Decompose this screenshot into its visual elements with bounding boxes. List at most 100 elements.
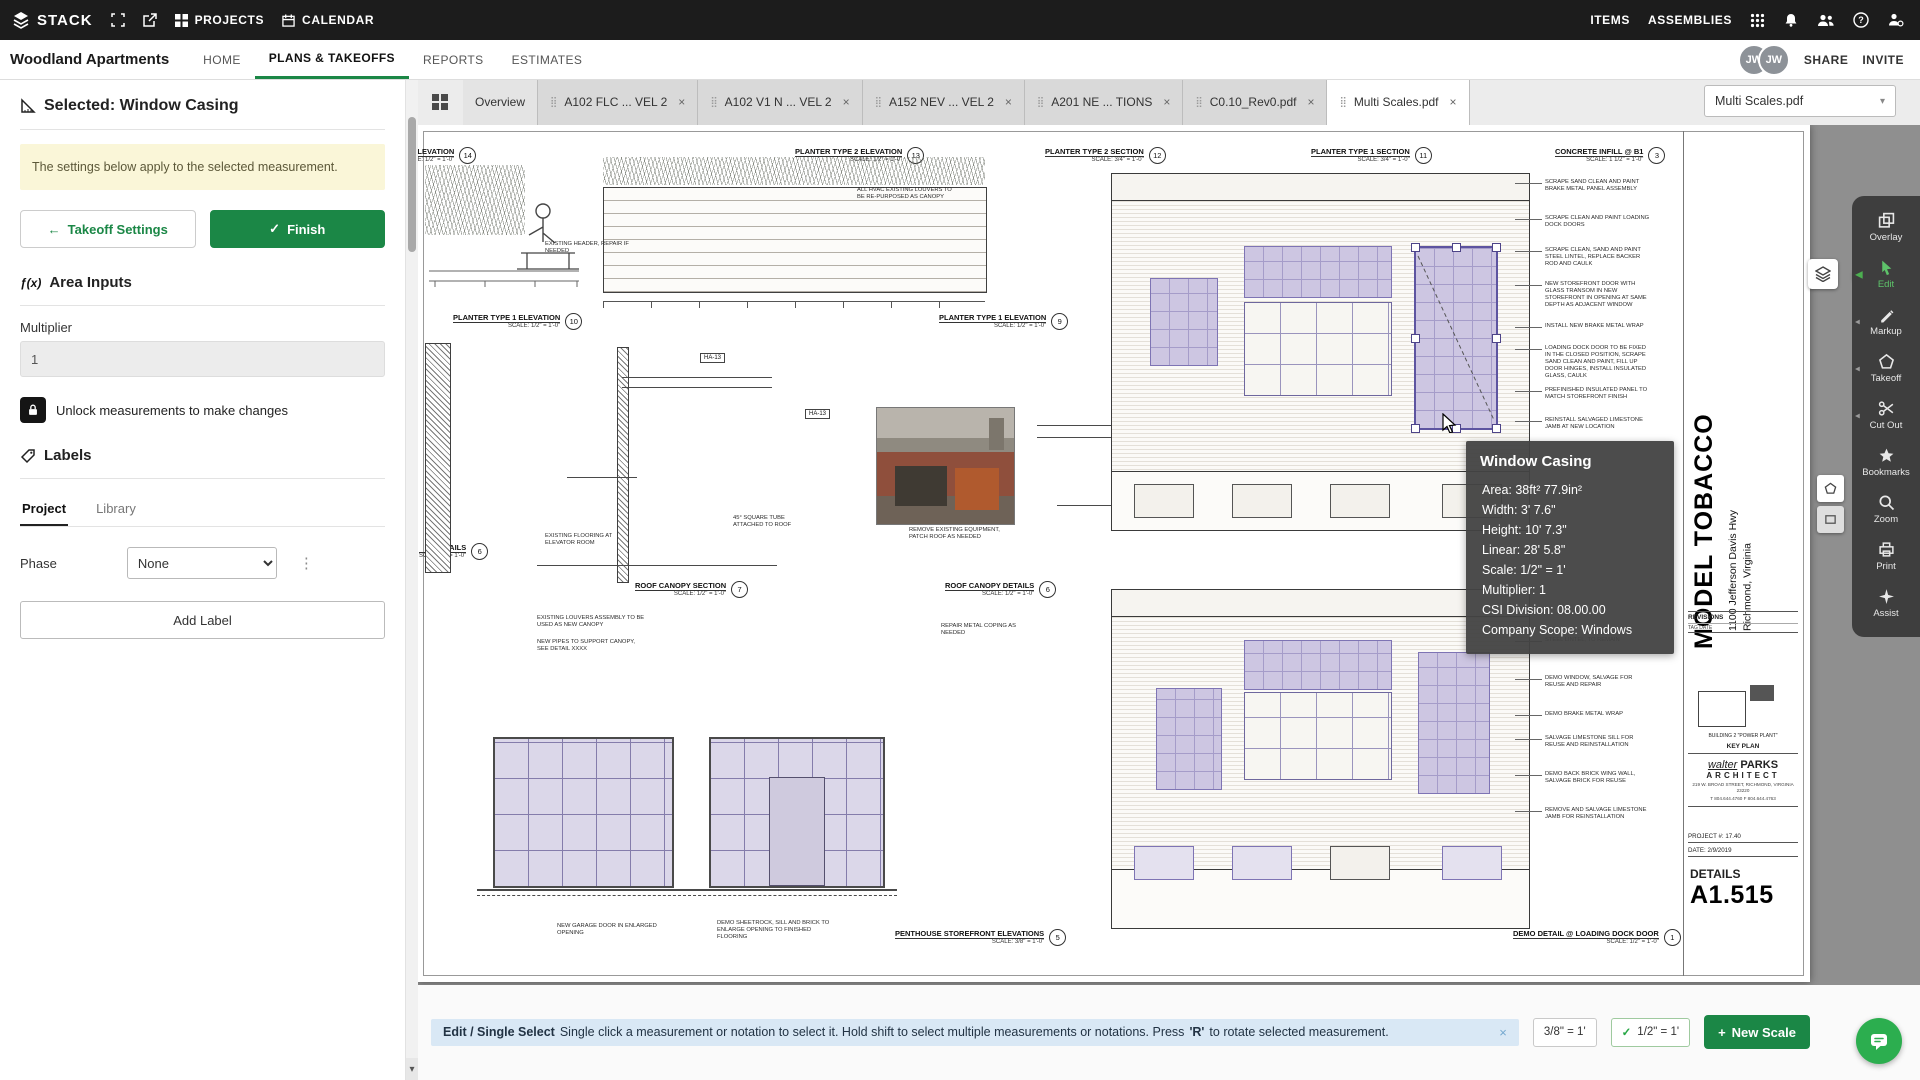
drag-handle-icon[interactable]: ⣿ [710,97,717,108]
snap-rect-button[interactable] [1817,506,1844,533]
avatar[interactable]: JW [1758,44,1790,76]
tab-overview[interactable]: Overview [463,79,538,125]
small-window[interactable] [1442,846,1502,880]
tab-document[interactable]: ⣿ A201 NE ... TIONS × [1025,79,1184,125]
drawing-note: NEW GARAGE DOOR IN ENLARGED OPENING [557,923,657,937]
apps-grid-icon[interactable] [1750,13,1765,28]
add-label-button[interactable]: Add Label [20,601,385,639]
tool-print[interactable]: Print [1852,533,1920,580]
snap-shape-button[interactable] [1817,475,1844,502]
tab-document-active[interactable]: ⣿ Multi Scales.pdf × [1327,79,1469,125]
selection-handle[interactable] [1411,334,1420,343]
nav-assemblies[interactable]: ASSEMBLIES [1648,13,1732,27]
kebab-menu-icon[interactable]: ⋮ [299,554,314,572]
finish-button[interactable]: ✓ Finish [210,210,386,248]
storefront-measurement[interactable] [709,737,885,888]
tab-estimates[interactable]: ESTIMATES [498,40,597,79]
drag-handle-icon[interactable]: ⣿ [875,97,882,108]
plan-canvas[interactable]: PLANTER TYPE 2 ELEVATIONSCALE: 1/2" = 1'… [417,125,1920,985]
pages-grid-button[interactable] [417,79,463,125]
drawing-note: ALL HVAC EXISTING LOUVERS TO BE RE-PURPO… [857,187,957,201]
tab-document[interactable]: ⣿ C0.10_Rev0.pdf × [1183,79,1327,125]
small-window[interactable] [1134,846,1194,880]
drag-handle-icon[interactable]: ⣿ [550,97,557,108]
close-tab-icon[interactable]: × [678,95,685,109]
drawing-annotation: NEW STOREFRONT DOOR WITH GLASS TRANSOM I… [1545,281,1651,309]
stack-logo[interactable]: STACK [12,11,93,29]
small-window[interactable] [1232,484,1292,518]
takeoff-settings-button[interactable]: ← Takeoff Settings [20,210,196,248]
tab-document[interactable]: ⣿ A102 FLC ... VEL 2 × [538,79,698,125]
tool-bookmarks[interactable]: Bookmarks [1852,439,1920,486]
dismiss-hint-icon[interactable]: × [1499,1025,1507,1040]
small-window[interactable] [1134,484,1194,518]
window-measurement[interactable] [1150,278,1218,366]
close-tab-icon[interactable]: × [1307,95,1314,109]
tool-zoom[interactable]: Zoom [1852,486,1920,533]
tool-overlay[interactable]: Overlay [1852,204,1920,251]
storefront-grid[interactable] [1244,302,1392,396]
tool-assist[interactable]: Assist [1852,580,1920,627]
scroll-down-arrow[interactable]: ▾ [406,1058,418,1080]
close-tab-icon[interactable]: × [1450,95,1457,109]
fullscreen-icon[interactable] [111,13,125,27]
drawing-note: EXISTING HEADER, REPAIR IF NEEDED [545,241,635,255]
layers-button[interactable] [1808,259,1838,289]
selection-handle[interactable] [1452,243,1461,252]
open-external-icon[interactable] [143,13,157,27]
close-tab-icon[interactable]: × [1005,95,1012,109]
scrollbar-thumb[interactable] [408,117,416,252]
tool-cut-out[interactable]: ◂ Cut Out [1852,392,1920,439]
storefront-grid[interactable] [1244,692,1392,780]
drag-handle-icon[interactable]: ⣿ [1195,97,1202,108]
storefront-measurement[interactable] [493,737,674,888]
tab-document[interactable]: ⣿ A102 V1 N ... VEL 2 × [698,79,862,125]
small-window[interactable] [1330,846,1390,880]
tab-reports[interactable]: REPORTS [409,40,498,79]
selection-handle[interactable] [1411,243,1420,252]
tool-markup[interactable]: ◂ Markup [1852,298,1920,345]
help-icon[interactable]: ? [1853,12,1869,28]
document-selector[interactable]: Multi Scales.pdf ▾ [1704,85,1896,117]
close-tab-icon[interactable]: × [843,95,850,109]
drag-handle-icon[interactable]: ⣿ [1339,97,1346,108]
active-scale-chip[interactable]: ✓ 1/2" = 1' [1611,1018,1690,1047]
account-settings-icon[interactable] [1887,12,1904,28]
support-chat-button[interactable] [1856,1018,1902,1064]
sheet-number: A1.515 [1690,881,1774,910]
selection-handle[interactable] [1492,334,1501,343]
tab-document[interactable]: ⣿ A152 NEV ... VEL 2 × [863,79,1025,125]
tab-home[interactable]: HOME [189,40,255,79]
transom-measurement[interactable] [1244,246,1392,298]
invite-button[interactable]: INVITE [1862,53,1904,67]
window-measurement[interactable] [1418,652,1490,794]
tab-plans-takeoffs[interactable]: PLANS & TAKEOFFS [255,40,409,79]
share-button[interactable]: SHARE [1804,53,1849,67]
nav-projects[interactable]: PROJECTS [175,13,264,27]
selection-handle[interactable] [1411,424,1420,433]
transom-measurement[interactable] [1244,640,1392,690]
multiplier-input[interactable] [20,341,385,377]
tab-project-labels[interactable]: Project [20,495,68,526]
notifications-bell-icon[interactable] [1783,12,1799,28]
unlock-row[interactable]: Unlock measurements to make changes [20,397,385,423]
selected-window-casing[interactable] [1414,246,1498,430]
nav-calendar[interactable]: CALENDAR [282,13,374,27]
scale-chip[interactable]: 3/8" = 1' [1533,1018,1597,1047]
unlock-text: Unlock measurements to make changes [56,403,288,418]
tool-edit[interactable]: ◀ Edit [1852,251,1920,298]
small-window[interactable] [1330,484,1390,518]
selection-handle[interactable] [1492,424,1501,433]
close-tab-icon[interactable]: × [1163,95,1170,109]
phase-select[interactable]: None [127,547,277,579]
window-measurement[interactable] [1156,688,1222,790]
nav-items[interactable]: ITEMS [1590,13,1630,27]
new-scale-button[interactable]: + New Scale [1704,1015,1810,1049]
selection-handle[interactable] [1492,243,1501,252]
tab-library-labels[interactable]: Library [94,495,138,526]
users-icon[interactable] [1817,13,1835,28]
sidebar-scrollbar[interactable]: ▾ [405,79,418,1080]
drag-handle-icon[interactable]: ⣿ [1037,97,1044,108]
small-window[interactable] [1232,846,1292,880]
tool-takeoff[interactable]: ◂ Takeoff [1852,345,1920,392]
